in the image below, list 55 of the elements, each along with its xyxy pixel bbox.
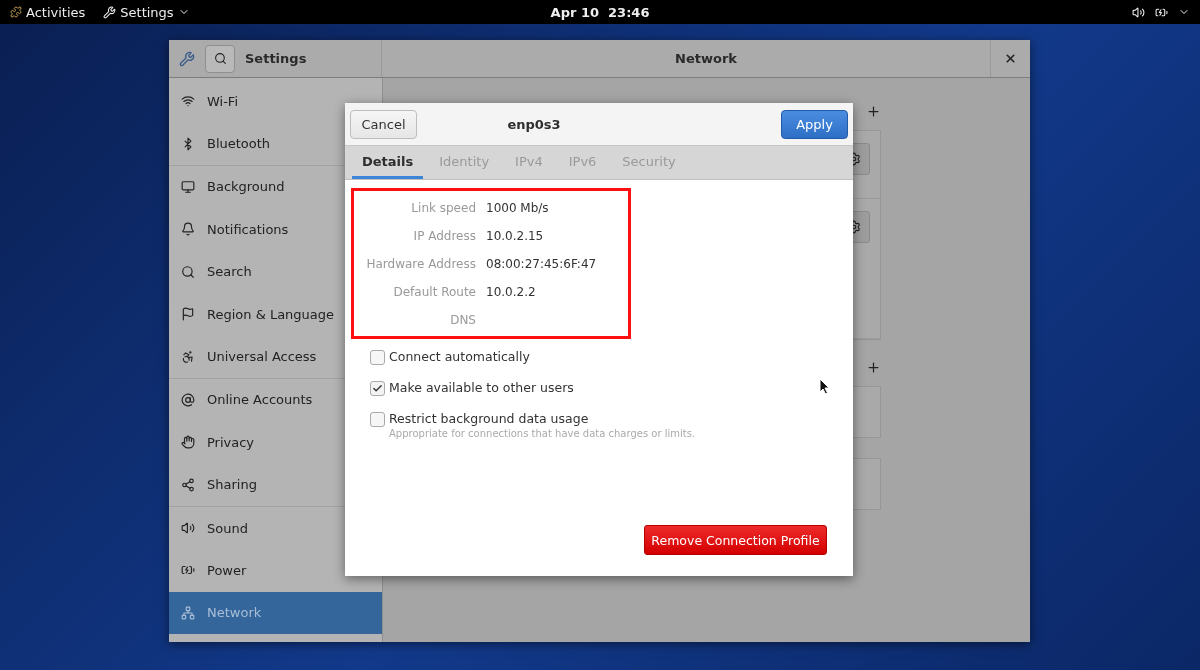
checkbox[interactable] <box>370 350 385 365</box>
tab[interactable]: Details <box>352 146 424 179</box>
search-icon <box>213 52 227 65</box>
checkbox[interactable] <box>370 381 385 396</box>
pointer-icon <box>819 378 830 395</box>
sidebar-item[interactable]: Online Accounts <box>169 378 382 422</box>
speaker-icon <box>181 521 195 536</box>
detail-label: IP Address <box>412 228 476 245</box>
close-icon <box>1004 52 1017 65</box>
apply-button[interactable]: Apply <box>781 109 848 139</box>
checkbox[interactable] <box>370 412 385 427</box>
detail-label: DNS <box>449 312 476 329</box>
share-icon <box>181 477 195 492</box>
sidebar-item[interactable]: Sound <box>169 506 382 550</box>
accessibility-icon <box>181 349 195 364</box>
search-icon <box>181 264 195 279</box>
network-icon <box>181 605 195 620</box>
option-label: Restrict background data usage <box>389 410 590 428</box>
flag-icon <box>181 307 195 322</box>
search-button[interactable] <box>205 44 235 73</box>
dialog-title: enp0s3 <box>506 116 562 132</box>
sidebar-item[interactable]: Notifications <box>169 208 382 251</box>
detail-value: 10.0.2.15 <box>486 228 545 245</box>
volume-icon[interactable] <box>1132 5 1145 19</box>
sidebar-item[interactable]: Power <box>169 549 382 592</box>
add-icon[interactable] <box>866 104 881 119</box>
detail-label: Link speed <box>410 200 476 217</box>
option-label: Make available to other users <box>389 379 574 397</box>
detail-label: Hardware Address <box>365 256 476 273</box>
cancel-button[interactable]: Cancel <box>350 109 417 139</box>
bell-icon <box>181 222 195 237</box>
detail-value: 1000 Mb/s <box>486 200 550 217</box>
remove-button[interactable]: Remove Connection Profile <box>644 525 827 555</box>
sidebar-item[interactable]: Privacy <box>169 421 382 464</box>
hand-icon <box>181 435 195 450</box>
clock[interactable]: Apr 10 23:46 <box>550 4 650 20</box>
option-label: Connect automatically <box>389 348 530 366</box>
wifi-icon <box>181 94 195 109</box>
tools-icon <box>179 50 195 67</box>
app-menu[interactable]: Settings <box>103 4 190 20</box>
at-sign-icon <box>181 392 195 407</box>
tools-icon <box>103 5 117 19</box>
detail-value: 10.0.2.2 <box>486 284 537 301</box>
monitor-icon <box>181 179 195 194</box>
sidebar-item[interactable]: Sharing <box>169 463 382 506</box>
sidebar-item[interactable]: Region & Language <box>169 292 382 336</box>
detail-label: Default Route <box>392 284 476 301</box>
option-description: Appropriate for connections that have data charges or limits. <box>389 428 696 439</box>
window-title: Network <box>675 51 737 66</box>
sidebar-title: Settings <box>245 51 307 66</box>
activities-button[interactable]: Activities <box>10 4 86 20</box>
add-icon[interactable] <box>866 360 881 375</box>
sidebar-item[interactable]: Universal Access <box>169 335 382 378</box>
detail-value: 08:00:27:45:6F:47 <box>486 256 598 273</box>
check-icon <box>372 383 383 394</box>
